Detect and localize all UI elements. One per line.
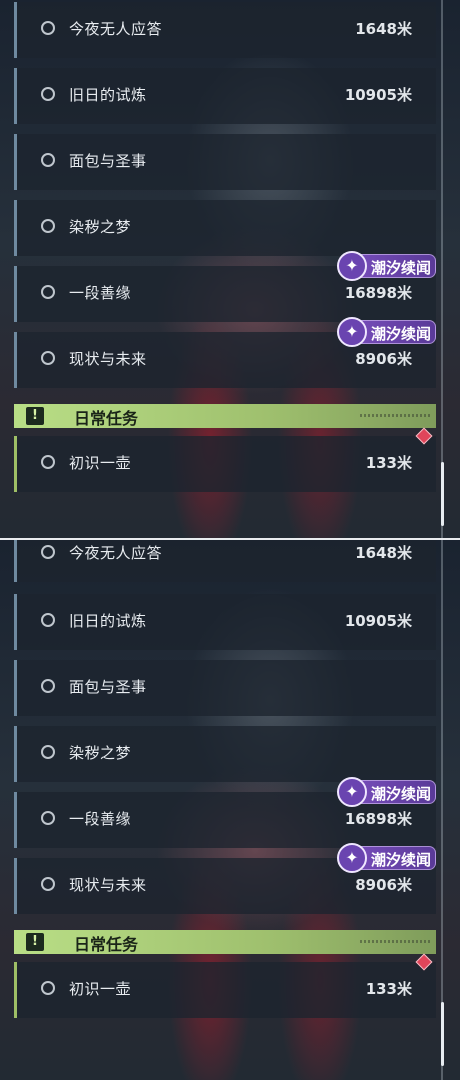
event-sparkle-icon: ✦	[337, 251, 367, 281]
radio-circle-icon[interactable]	[41, 87, 55, 101]
tracking-diamond-icon	[415, 427, 433, 445]
quest-row[interactable]: 旧日的试炼 10905米	[14, 594, 436, 650]
quest-row[interactable]: 今夜无人应答 1648米	[14, 2, 436, 58]
quest-row[interactable]: 今夜无人应答 1648米	[14, 540, 436, 582]
quest-distance: 10905米	[344, 612, 412, 630]
quest-panel-bottom: 今夜无人应答 1648米 旧日的试炼 10905米 面包与圣事 染秽之梦 ✦ 潮…	[0, 540, 460, 1080]
event-badge-label: 潮汐续闻	[371, 325, 432, 343]
quest-row[interactable]: 旧日的试炼 10905米	[14, 68, 436, 124]
radio-circle-icon[interactable]	[41, 877, 55, 891]
quest-distance: 133米	[365, 980, 412, 998]
event-badge: ✦ 潮汐续闻	[337, 777, 436, 807]
event-badge-label: 潮汐续闻	[371, 259, 432, 277]
daily-section-header[interactable]: ! 日常任务	[14, 404, 436, 428]
scrollbar-track[interactable]	[441, 540, 443, 1080]
quest-name: 现状与未来	[69, 350, 147, 368]
radio-circle-icon[interactable]	[41, 455, 55, 469]
radio-circle-icon[interactable]	[41, 613, 55, 627]
quest-name: 一段善缘	[69, 810, 132, 828]
quest-row[interactable]: 面包与圣事	[14, 134, 436, 190]
section-decoration	[360, 414, 430, 417]
event-badge-label: 潮汐续闻	[371, 785, 432, 803]
quest-name: 今夜无人应答	[69, 544, 163, 562]
radio-circle-icon[interactable]	[41, 811, 55, 825]
scrollbar-thumb[interactable]	[441, 1002, 444, 1066]
section-title: 日常任务	[74, 409, 139, 428]
scrollbar-track[interactable]	[441, 0, 443, 540]
quest-distance: 10905米	[344, 86, 412, 104]
radio-circle-icon[interactable]	[41, 351, 55, 365]
radio-circle-icon[interactable]	[41, 679, 55, 693]
quest-name: 染秽之梦	[69, 744, 132, 762]
event-sparkle-icon: ✦	[337, 843, 367, 873]
quest-name: 染秽之梦	[69, 218, 132, 236]
radio-circle-icon[interactable]	[41, 745, 55, 759]
quest-name: 初识一壶	[69, 980, 132, 998]
radio-circle-icon[interactable]	[41, 545, 55, 559]
tracking-diamond-icon	[415, 953, 433, 971]
event-sparkle-icon: ✦	[337, 777, 367, 807]
event-badge: ✦ 潮汐续闻	[337, 251, 436, 281]
quest-row[interactable]: 初识一壶 133米	[14, 427, 436, 492]
quest-name: 旧日的试炼	[69, 612, 147, 630]
section-title: 日常任务	[74, 935, 139, 954]
quest-name: 现状与未来	[69, 876, 147, 894]
quest-distance: 16898米	[344, 810, 412, 828]
exclamation-icon: !	[26, 407, 44, 425]
quest-row[interactable]: 面包与圣事	[14, 660, 436, 716]
quest-row[interactable]: ✦ 潮汐续闻 现状与未来 8906米	[14, 317, 436, 388]
section-decoration	[360, 940, 430, 943]
quest-distance: 16898米	[344, 284, 412, 302]
radio-circle-icon[interactable]	[41, 981, 55, 995]
quest-row[interactable]: 染秽之梦	[14, 726, 436, 782]
radio-circle-icon[interactable]	[41, 285, 55, 299]
daily-section-header[interactable]: ! 日常任务	[14, 930, 436, 954]
quest-name: 今夜无人应答	[69, 20, 163, 38]
exclamation-icon: !	[26, 933, 44, 951]
quest-name: 一段善缘	[69, 284, 132, 302]
event-badge: ✦ 潮汐续闻	[337, 843, 436, 873]
quest-distance: 8906米	[355, 350, 412, 368]
quest-row[interactable]: ✦ 潮汐续闻 一段善缘 16898米	[14, 777, 436, 848]
quest-name: 面包与圣事	[69, 678, 147, 696]
quest-distance: 1648米	[355, 544, 412, 562]
scrollbar-thumb[interactable]	[441, 462, 444, 526]
radio-circle-icon[interactable]	[41, 153, 55, 167]
quest-name: 面包与圣事	[69, 152, 147, 170]
quest-row[interactable]: ✦ 潮汐续闻 现状与未来 8906米	[14, 843, 436, 914]
quest-name: 旧日的试炼	[69, 86, 147, 104]
quest-distance: 133米	[365, 454, 412, 472]
quest-row[interactable]: ✦ 潮汐续闻 一段善缘 16898米	[14, 251, 436, 322]
radio-circle-icon[interactable]	[41, 21, 55, 35]
quest-distance: 1648米	[355, 20, 412, 38]
event-badge: ✦ 潮汐续闻	[337, 317, 436, 347]
quest-row[interactable]: 染秽之梦	[14, 200, 436, 256]
quest-row[interactable]: 初识一壶 133米	[14, 953, 436, 1018]
event-badge-label: 潮汐续闻	[371, 851, 432, 869]
quest-panel-top: 今夜无人应答 1648米 旧日的试炼 10905米 面包与圣事 染秽之梦 ✦ 潮…	[0, 0, 460, 540]
quest-distance: 8906米	[355, 876, 412, 894]
quest-name: 初识一壶	[69, 454, 132, 472]
radio-circle-icon[interactable]	[41, 219, 55, 233]
event-sparkle-icon: ✦	[337, 317, 367, 347]
